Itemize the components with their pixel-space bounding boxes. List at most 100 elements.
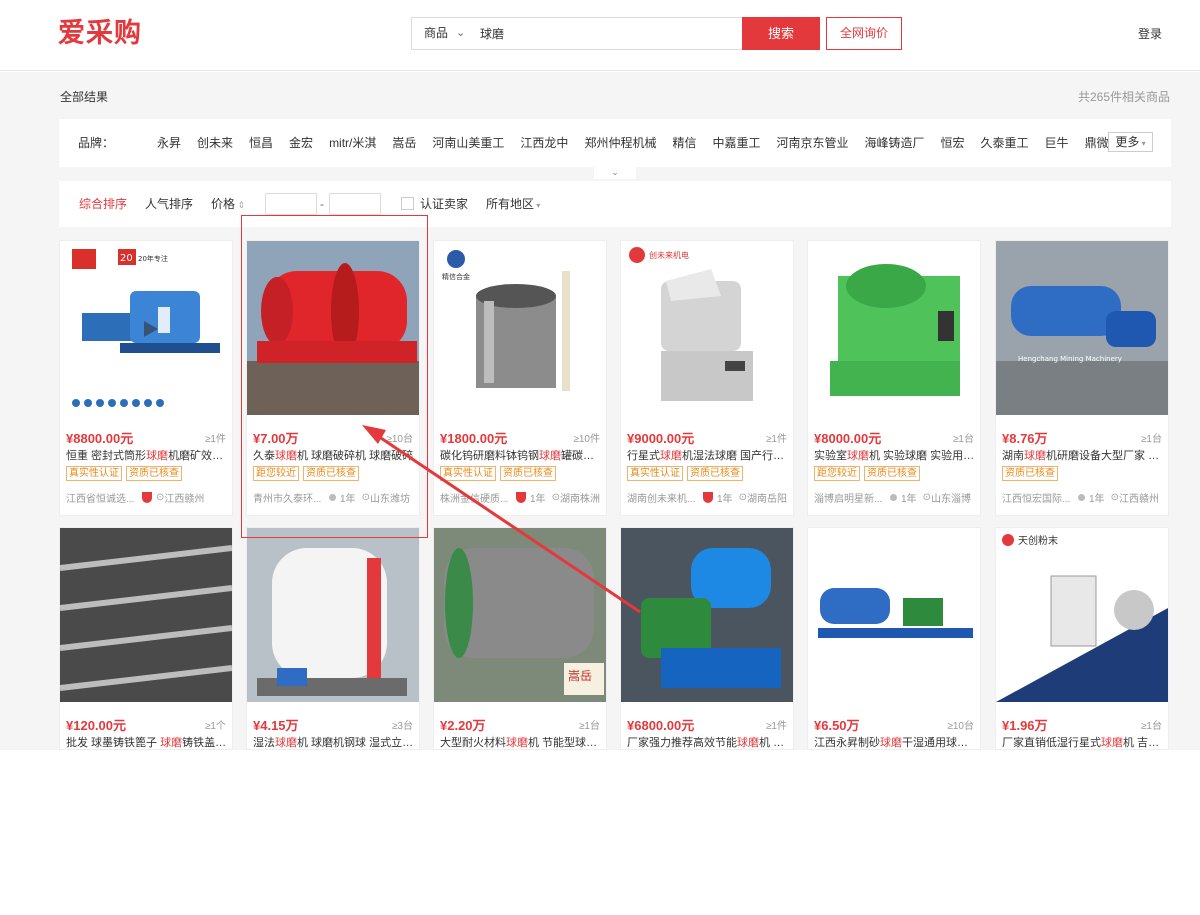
brand-item[interactable]: 创未来: [197, 119, 233, 167]
product-image[interactable]: Hengchang Mining Machinery: [996, 241, 1168, 415]
product-price: ¥6800.00元: [627, 718, 695, 733]
product-image[interactable]: 20 20年专注: [60, 241, 232, 415]
site-logo[interactable]: 爱采购: [58, 17, 142, 51]
tag: 资质已核查: [500, 466, 556, 481]
product-image[interactable]: 创未来机电: [621, 241, 793, 415]
product-image[interactable]: 天创粉末: [996, 528, 1168, 702]
company-name[interactable]: 湖南创未来机...: [627, 490, 699, 505]
product-tags: 真实性认证 资质已核查: [440, 466, 556, 481]
product-card[interactable]: 天创粉末 ¥1.96万 ≥1台 厂家直销低湿行星式球磨机 吉林行...: [995, 527, 1169, 750]
brand-item[interactable]: 精信: [672, 119, 696, 167]
brand-item[interactable]: 永昇: [157, 119, 181, 167]
more-brands-button[interactable]: 更多 ▾: [1108, 132, 1153, 152]
brand-item[interactable]: 河南山美重工: [432, 119, 504, 167]
product-title[interactable]: 江西永昇制砂球磨干湿通用球磨煤...: [814, 734, 976, 749]
product-card[interactable]: 创未来机电 ¥9000.00元 ≥1件 行星式球磨机湿法球磨 国产行星式... …: [620, 240, 794, 516]
price-max-input[interactable]: [329, 193, 381, 215]
product-card[interactable]: 嵩岳 ¥2.20万 ≥1台 大型耐火材料球磨机 节能型球磨机...: [433, 527, 607, 750]
product-title[interactable]: 厂家直销低湿行星式球磨机 吉林行...: [1002, 734, 1164, 749]
svg-text:嵩岳: 嵩岳: [568, 669, 592, 683]
product-moq: ≥1台: [578, 721, 600, 732]
brand-item[interactable]: 中嘉重工: [712, 119, 760, 167]
brand-item[interactable]: 恒昌: [249, 119, 273, 167]
collapse-toggle-icon[interactable]: ⌄: [594, 167, 636, 179]
tag: 真实性认证: [66, 466, 122, 481]
brand-item[interactable]: 江西龙中: [520, 119, 568, 167]
brand-item[interactable]: 金宏: [289, 119, 313, 167]
product-price: ¥8000.00元: [814, 431, 882, 446]
brand-item[interactable]: 嵩岳: [392, 119, 416, 167]
verified-checkbox[interactable]: [401, 197, 414, 210]
location: 江西赣州: [164, 494, 205, 505]
brand-item[interactable]: 河南京东管业: [776, 119, 848, 167]
company-name[interactable]: 株洲金信硬质...: [440, 490, 512, 505]
login-link[interactable]: 登录: [1138, 25, 1162, 42]
product-price: ¥2.20万: [440, 718, 486, 733]
location: 湖南岳阳: [746, 494, 787, 505]
svg-text:精信合金: 精信合金: [442, 272, 470, 281]
product-price: ¥9000.00元: [627, 431, 695, 446]
product-card[interactable]: ¥120.00元 ≥1个 批发 球墨铸铁篦子 球磨铸铁盖板...: [59, 527, 233, 750]
inquiry-button[interactable]: 全网询价: [826, 17, 902, 50]
product-price: ¥8.76万: [1002, 431, 1048, 446]
svg-text:Hengchang Mining Machinery: Hengchang Mining Machinery: [1018, 355, 1122, 363]
search-button[interactable]: 搜索: [742, 17, 820, 50]
product-moq: ≥10件: [573, 434, 600, 445]
product-card[interactable]: 精信合金 ¥1800.00元 ≥10件 碳化钨研磨料钵钨钢球磨罐碳化钨... 真…: [433, 240, 607, 516]
product-image[interactable]: [808, 528, 980, 702]
product-title[interactable]: 行星式球磨机湿法球磨 国产行星式...: [627, 447, 789, 463]
product-tags: 资质已核查: [1002, 466, 1058, 481]
product-title[interactable]: 碳化钨研磨料钵钨钢球磨罐碳化钨...: [440, 447, 602, 463]
sort-price[interactable]: 价格 ⇕: [211, 181, 245, 228]
product-moq: ≥1个: [204, 721, 226, 732]
product-title[interactable]: 批发 球墨铸铁篦子 球磨铸铁盖板...: [66, 734, 228, 749]
product-card[interactable]: ¥4.15万 ≥3台 湿法球磨机 球磨机钢球 湿式立式...: [246, 527, 420, 750]
product-title[interactable]: 大型耐火材料球磨机 节能型球磨机...: [440, 734, 602, 749]
company-name[interactable]: 江西省恒诚选...: [66, 490, 138, 505]
brand-item[interactable]: 巨牛: [1045, 119, 1069, 167]
product-image[interactable]: 精信合金: [434, 241, 606, 415]
more-label: 更多: [1115, 135, 1140, 149]
product-meta: 湖南创未来机... 1年 ⊙ 湖南岳阳: [627, 490, 791, 505]
company-name[interactable]: 江西恒宏国际...: [1002, 490, 1074, 505]
brand-item[interactable]: 鼎微: [1085, 119, 1109, 167]
product-title[interactable]: 厂家强力推荐高效节能球磨机 不锈...: [627, 734, 789, 749]
product-card[interactable]: 20 20年专注 ¥8800.00元 ≥1件 恒重 密封式筒形球磨机磨矿效率设.…: [59, 240, 233, 516]
product-title[interactable]: 恒重 密封式筒形球磨机磨矿效率设...: [66, 447, 228, 463]
region-select[interactable]: 所有地区 ▾: [486, 181, 540, 229]
product-title[interactable]: 实验室球磨机 实验球磨 实验用球...: [814, 447, 976, 463]
category-select[interactable]: 商品: [424, 18, 448, 49]
site-header: 爱采购 商品 ⌄ 搜索 全网询价 登录: [0, 0, 1200, 71]
brand-item[interactable]: mitr/米淇: [329, 119, 376, 167]
tag: 资质已核查: [126, 466, 182, 481]
member-years: 1年: [530, 494, 546, 505]
member-icon: [890, 494, 897, 501]
brand-list: 永昇 创未来 恒昌 金宏 mitr/米淇 嵩岳 河南山美重工 江西龙中 郑州仲程…: [157, 119, 1125, 167]
product-image[interactable]: 嵩岳: [434, 528, 606, 702]
product-meta: 江西省恒诚选... ⊙ 江西赣州: [66, 490, 230, 505]
product-card[interactable]: ¥8000.00元 ≥1台 实验室球磨机 实验球磨 实验用球... 距您较近 资质…: [807, 240, 981, 516]
sort-popularity[interactable]: 人气排序: [145, 181, 193, 227]
brand-item[interactable]: 久泰重工: [981, 119, 1029, 167]
product-image[interactable]: [621, 528, 793, 702]
product-image[interactable]: [808, 241, 980, 415]
company-name[interactable]: 淄博启明星新...: [814, 490, 886, 505]
chevron-down-icon[interactable]: ⌄: [456, 18, 465, 49]
brand-item[interactable]: 郑州仲程机械: [584, 119, 656, 167]
svg-text:20年专注: 20年专注: [138, 254, 168, 263]
sort-default[interactable]: 综合排序: [79, 181, 127, 227]
brand-item[interactable]: 恒宏: [941, 119, 965, 167]
product-title[interactable]: 湖南球磨机研磨设备大型厂家 球磨...: [1002, 447, 1164, 463]
product-title[interactable]: 湿法球磨机 球磨机钢球 湿式立式...: [253, 734, 415, 749]
brand-item[interactable]: 海峰铸造厂: [865, 119, 925, 167]
location-icon: ⊙: [156, 492, 165, 503]
product-image[interactable]: [60, 528, 232, 702]
product-card[interactable]: ¥6.50万 ≥10台 江西永昇制砂球磨干湿通用球磨煤...: [807, 527, 981, 750]
product-card[interactable]: Hengchang Mining Machinery ¥8.76万 ≥1台 湖南…: [995, 240, 1169, 516]
product-card[interactable]: ¥6800.00元 ≥1件 厂家强力推荐高效节能球磨机 不锈...: [620, 527, 794, 750]
price-min-input[interactable]: [265, 193, 317, 215]
product-moq: ≥10台: [947, 721, 974, 732]
product-image[interactable]: [247, 528, 419, 702]
tag: 资质已核查: [864, 466, 920, 481]
search-input[interactable]: [480, 19, 740, 48]
